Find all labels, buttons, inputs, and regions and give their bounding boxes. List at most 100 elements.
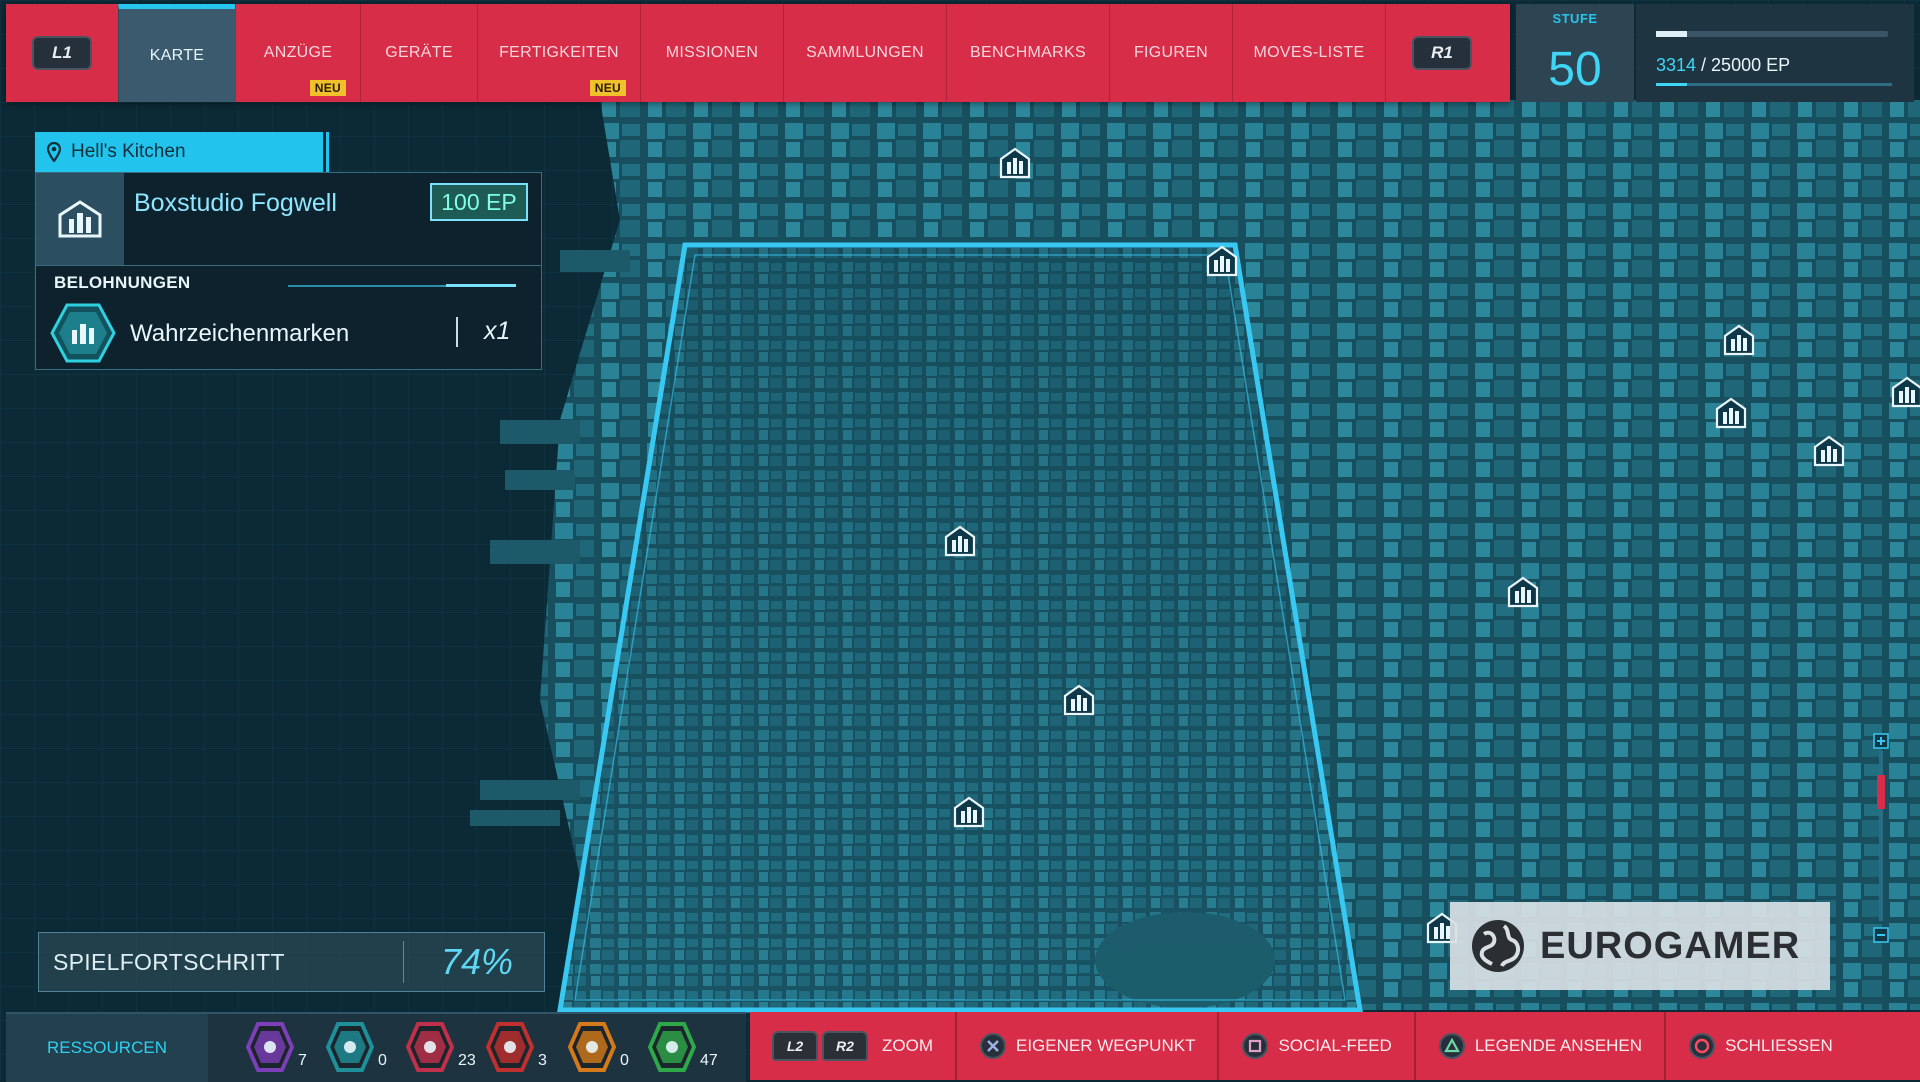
base-token-icon (647, 1022, 697, 1072)
resource-count: 7 (298, 1052, 307, 1069)
tab-fertigkeiten[interactable]: FERTIGKEITEN NEU (477, 4, 640, 102)
tab-anzuege[interactable]: ANZÜGE NEU (235, 4, 360, 102)
landmark-token-icon (50, 303, 116, 363)
tab-moves-liste[interactable]: MOVES-LISTE (1232, 4, 1385, 102)
level-label: STUFE (1552, 11, 1598, 26)
tab-figuren[interactable]: FIGUREN (1109, 4, 1232, 102)
resource-item: 0 (325, 1022, 387, 1077)
controls-bar: L2 R2 ZOOM EIGENER WEGPUNKT SOCIAL-FEED … (750, 1012, 1920, 1080)
resource-count: 47 (700, 1052, 718, 1069)
district-outline (557, 242, 1363, 1013)
tab-label: MOVES-LISTE (1253, 44, 1365, 61)
new-badge: NEU (589, 80, 626, 96)
zoom-label: ZOOM (882, 1036, 933, 1055)
resources-label: RESSOURCEN (6, 1014, 208, 1082)
tab-label: ANZÜGE (263, 44, 333, 61)
landmark-icon (58, 200, 102, 238)
cross-button-icon (980, 1033, 1006, 1059)
tab-label: KARTE (149, 46, 205, 64)
watermark-text: EUROGAMER (1540, 924, 1801, 967)
l2-button-icon: L2 (772, 1031, 818, 1061)
l1-button-icon[interactable]: L1 (32, 36, 92, 70)
r1-shoulder[interactable]: R1 (1385, 4, 1498, 102)
resource-count: 0 (620, 1052, 629, 1069)
level-value: 50 (1548, 43, 1602, 96)
landmark-icon-cell (36, 173, 124, 265)
zoom-slider[interactable] (1873, 733, 1889, 943)
zoom-out-icon[interactable] (1873, 927, 1889, 943)
level-display: STUFE 50 (1516, 4, 1634, 102)
landmark-header: Boxstudio Fogwell 100 EP (36, 173, 541, 266)
tab-benchmarks[interactable]: BENCHMARKS (946, 4, 1109, 102)
legend-control[interactable]: LEGENDE ANSEHEN (1413, 1012, 1664, 1080)
r2-button-icon: R2 (822, 1031, 868, 1061)
tab-label: GERÄTE (385, 44, 453, 61)
xp-underline-fill (1656, 83, 1688, 86)
district-name: Hell's Kitchen (71, 141, 186, 162)
progress-separator (403, 941, 404, 983)
landmark-token-icon (325, 1022, 375, 1072)
tab-geraete[interactable]: GERÄTE (360, 4, 477, 102)
xp-bar-fill (1656, 31, 1687, 37)
landmark-info-panel: Boxstudio Fogwell 100 EP BELOHNUNGEN Wah… (35, 172, 542, 370)
tab-sammlungen[interactable]: SAMMLUNGEN (783, 4, 946, 102)
circle-button-icon (1689, 1033, 1716, 1059)
backpack-token-icon (405, 1022, 455, 1072)
social-feed-control[interactable]: SOCIAL-FEED (1217, 1012, 1413, 1080)
ep-reward-badge: 100 EP (430, 183, 528, 221)
triangle-button-icon (1438, 1033, 1465, 1059)
reward-name: Wahrzeichenmarken (130, 320, 350, 347)
resource-count: 0 (378, 1052, 387, 1069)
tab-missionen[interactable]: MISSIONEN (640, 4, 783, 102)
square-button-icon (1242, 1033, 1269, 1059)
eurogamer-watermark: EUROGAMER (1450, 902, 1830, 990)
tab-label: MISSIONEN (665, 44, 759, 61)
tab-label: FIGUREN (1133, 44, 1209, 61)
zoom-handle[interactable] (1877, 775, 1885, 809)
l1-shoulder[interactable]: L1 (6, 4, 118, 102)
landmark-title: Boxstudio Fogwell (134, 189, 337, 217)
resource-item: 3 (485, 1022, 547, 1077)
tab-label: BENCHMARKS (970, 44, 1086, 61)
legend-label: LEGENDE ANSEHEN (1474, 1036, 1643, 1055)
location-tag: Hell's Kitchen (35, 132, 323, 172)
research-token-icon (245, 1022, 295, 1072)
close-label: SCHLIESSEN (1725, 1036, 1833, 1055)
crime-token-icon (485, 1022, 535, 1072)
r1-button-icon[interactable]: R1 (1412, 36, 1472, 70)
resource-count: 3 (538, 1052, 547, 1069)
reward-count: x1 (484, 317, 511, 345)
new-badge: NEU (309, 80, 346, 96)
resource-count: 23 (458, 1052, 476, 1069)
xp-text: 3314 / 25000 EP (1656, 55, 1790, 76)
rewards-heading: BELOHNUNGEN (54, 273, 191, 292)
tab-label: SAMMLUNGEN (806, 44, 924, 61)
progress-label: SPIELFORTSCHRITT (53, 949, 285, 975)
resource-item: 0 (567, 1022, 629, 1077)
resources-bar: RESSOURCEN 7 0 23 3 0 47 (6, 1012, 746, 1082)
xp-total: / 25000 EP (1696, 55, 1791, 75)
tab-label: FERTIGKEITEN (499, 44, 619, 61)
xp-display: 3314 / 25000 EP (1636, 4, 1914, 102)
waypoint-control[interactable]: EIGENER WEGPUNKT (955, 1012, 1217, 1080)
globe-icon (1472, 920, 1524, 972)
xp-current: 3314 (1656, 55, 1697, 75)
game-progress: SPIELFORTSCHRITT 74% (38, 932, 545, 992)
tab-karte[interactable]: KARTE (118, 4, 235, 102)
zoom-control[interactable]: L2 R2 ZOOM (750, 1012, 955, 1080)
social-feed-label: SOCIAL-FEED (1278, 1036, 1392, 1055)
location-accent (326, 132, 329, 172)
reward-separator (456, 317, 458, 347)
top-nav: L1 KARTE ANZÜGE NEU GERÄTE FERTIGKEITEN … (6, 4, 1510, 102)
challenge-token-icon (567, 1022, 617, 1072)
progress-value: 74% (441, 941, 514, 982)
waypoint-label: EIGENER WEGPUNKT (1016, 1036, 1196, 1055)
close-control[interactable]: SCHLIESSEN (1664, 1012, 1855, 1080)
resource-item: 47 (647, 1022, 718, 1077)
map-pin-icon (47, 142, 61, 162)
resource-item: 23 (405, 1022, 476, 1077)
rewards-divider-accent (446, 284, 516, 287)
resource-item: 7 (245, 1022, 307, 1077)
xp-underline (1656, 83, 1892, 86)
zoom-in-icon[interactable] (1873, 733, 1889, 749)
